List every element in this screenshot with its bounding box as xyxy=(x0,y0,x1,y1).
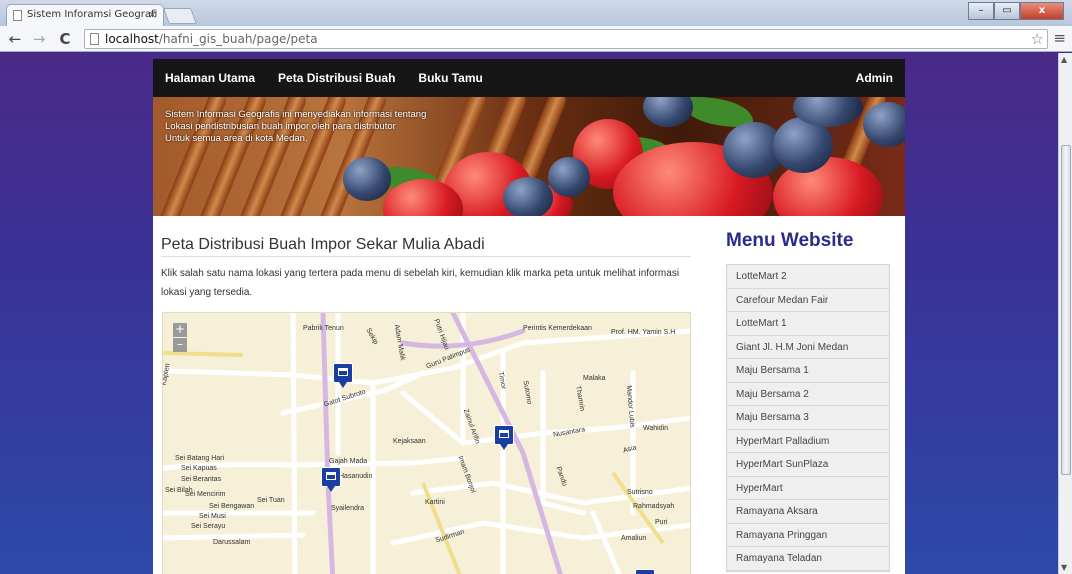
browser-tab[interactable]: Sistem Inforamsi Geografi × xyxy=(6,4,164,26)
browser-titlebar: Sistem Inforamsi Geografi × – ▭ x xyxy=(0,0,1072,26)
sidebar-item-maju-bersama-2[interactable]: Maju Bersama 2 xyxy=(727,382,889,406)
map-label: Darussalam xyxy=(213,539,251,546)
reload-icon[interactable]: C xyxy=(56,30,74,48)
banner-decoration xyxy=(863,102,905,147)
page-description: Klik salah satu nama lokasi yang tertera… xyxy=(161,268,680,298)
banner-line: Lokasi pendistribusian buah impor oleh p… xyxy=(165,121,396,132)
sidebar-item-maju-bersama-1[interactable]: Maju Bersama 1 xyxy=(727,359,889,383)
scroll-down-icon[interactable]: ▼ xyxy=(1061,563,1067,572)
map-label: Sei Batang Hari xyxy=(175,455,225,462)
banner-decoration xyxy=(343,157,391,201)
map-marker[interactable] xyxy=(333,363,353,388)
map-label: Pabrik Tenun xyxy=(303,325,344,332)
map-label: Sei Serayu xyxy=(191,523,226,530)
map-marker[interactable] xyxy=(321,467,341,492)
map-label: Kartini xyxy=(425,499,445,506)
map-label: Sei Kapuas xyxy=(181,465,217,472)
banner-decoration xyxy=(503,177,553,216)
page-viewport: Halaman Utama Peta Distribusi Buah Buku … xyxy=(0,53,1058,574)
sidebar-item-ramayana-teladan[interactable]: Ramayana Teladan xyxy=(727,547,889,571)
nav-guestbook-link[interactable]: Buku Tamu xyxy=(418,71,482,85)
new-tab-button[interactable] xyxy=(163,8,197,24)
map-label: Rahmadsyah xyxy=(633,503,675,510)
map-roads xyxy=(163,313,690,574)
sidebar-item-maju-bersama-3[interactable]: Maju Bersama 3 xyxy=(727,406,889,430)
nav-home-link[interactable]: Halaman Utama xyxy=(165,71,255,85)
url-host: localhost xyxy=(105,32,159,46)
building-icon xyxy=(499,430,509,438)
banner-decoration xyxy=(643,97,693,127)
banner-decoration xyxy=(683,97,753,127)
map-zoom-control: + – xyxy=(173,323,187,353)
map-label: Kejaksaan xyxy=(393,438,426,445)
sidebar-item-ramayana-pringgan[interactable]: Ramayana Pringgan xyxy=(727,523,889,547)
top-navigation: Halaman Utama Peta Distribusi Buah Buku … xyxy=(153,59,905,97)
map-label: Syailendra xyxy=(331,505,365,512)
bookmark-star-icon[interactable]: ☆ xyxy=(1031,30,1044,48)
back-icon[interactable]: ← xyxy=(6,30,24,48)
scroll-up-icon[interactable]: ▲ xyxy=(1061,55,1067,64)
zoom-out-button[interactable]: – xyxy=(173,338,187,352)
sidebar-title: Menu Website xyxy=(726,230,854,251)
forward-icon[interactable]: → xyxy=(30,30,48,48)
map-label: Hasanudin xyxy=(339,473,373,480)
zoom-in-button[interactable]: + xyxy=(173,323,187,337)
fruit-banner: Sistem Informasi Geografis ini menyediak… xyxy=(153,97,905,216)
building-icon xyxy=(326,472,336,480)
map-label: Gajah Mada xyxy=(329,458,368,465)
banner-decoration xyxy=(548,157,590,197)
tab-close-icon[interactable]: × xyxy=(148,8,157,21)
page-icon xyxy=(90,33,99,45)
map-marker[interactable] xyxy=(635,569,655,574)
sidebar-item-hypermart-palladium[interactable]: HyperMart Palladium xyxy=(727,429,889,453)
map-label: Malaka xyxy=(583,375,606,382)
window-controls: – ▭ x xyxy=(968,2,1064,20)
map-label: Perintis Kemerdekaan xyxy=(523,325,592,332)
map-label: Sei Musi xyxy=(199,513,226,520)
sidebar-item-lottemart-2[interactable]: LotteMart 2 xyxy=(727,265,889,289)
browser-toolbar: ← → C localhost/hafni_gis_buah/page/peta… xyxy=(0,26,1072,52)
nav-admin-link[interactable]: Admin xyxy=(856,71,893,85)
building-icon xyxy=(338,368,348,376)
sidebar-item-carefour-medan-fair[interactable]: Carefour Medan Fair xyxy=(727,288,889,312)
map-label: Amaliun xyxy=(621,535,647,542)
banner-caption: Sistem Informasi Geografis ini menyediak… xyxy=(165,109,426,145)
nav-map-link[interactable]: Peta Distribusi Buah xyxy=(278,71,395,85)
browser-menu-icon[interactable]: ≡ xyxy=(1053,29,1066,47)
sidebar-item-giant[interactable]: Giant Jl. H.M Joni Medan xyxy=(727,335,889,359)
banner-line: Sistem Informasi Geografis ini menyediak… xyxy=(165,109,427,120)
location-menu: LotteMart 2 Carefour Medan Fair LotteMar… xyxy=(726,264,890,572)
sidebar-item-hypermart[interactable]: HyperMart xyxy=(727,476,889,500)
map-label: Prof. HM. Yamin S.H xyxy=(611,329,676,336)
scrollbar-thumb[interactable] xyxy=(1061,145,1071,475)
map-label: Sei Berantas xyxy=(181,476,222,483)
sidebar-item-ramayana-aksara[interactable]: Ramayana Aksara xyxy=(727,500,889,524)
website-container: Halaman Utama Peta Distribusi Buah Buku … xyxy=(153,59,905,574)
maximize-button[interactable]: ▭ xyxy=(994,2,1020,20)
close-window-button[interactable]: x xyxy=(1020,2,1064,20)
address-bar[interactable]: localhost/hafni_gis_buah/page/peta xyxy=(84,29,1048,49)
map-label: Sei Mencirim xyxy=(185,491,226,498)
map-label: Sei Bengawan xyxy=(209,503,255,510)
map-marker[interactable] xyxy=(494,425,514,450)
map-label: Puri xyxy=(655,519,668,526)
tab-title: Sistem Inforamsi Geografi xyxy=(27,9,158,20)
banner-line: Untuk semua area di kota Medan. xyxy=(165,133,308,144)
sidebar-item-hypermart-sunplaza[interactable]: HyperMart SunPlaza xyxy=(727,453,889,477)
url-path: /hafni_gis_buah/page/peta xyxy=(158,32,318,46)
map-label: Sutrisno xyxy=(627,489,653,496)
sidebar-item-lottemart-1[interactable]: LotteMart 1 xyxy=(727,312,889,336)
distribution-map[interactable]: + – Pabrik Tenun Sekip Adam Malik Putri … xyxy=(162,312,691,574)
map-label: Wahidin xyxy=(643,425,669,432)
minimize-button[interactable]: – xyxy=(968,2,994,20)
page-icon xyxy=(13,10,22,21)
map-label: Sei Tuan xyxy=(257,497,285,504)
page-scrollbar[interactable]: ▲ ▼ xyxy=(1058,53,1072,574)
page-title: Peta Distribusi Buah Impor Sekar Mulia A… xyxy=(161,236,691,257)
